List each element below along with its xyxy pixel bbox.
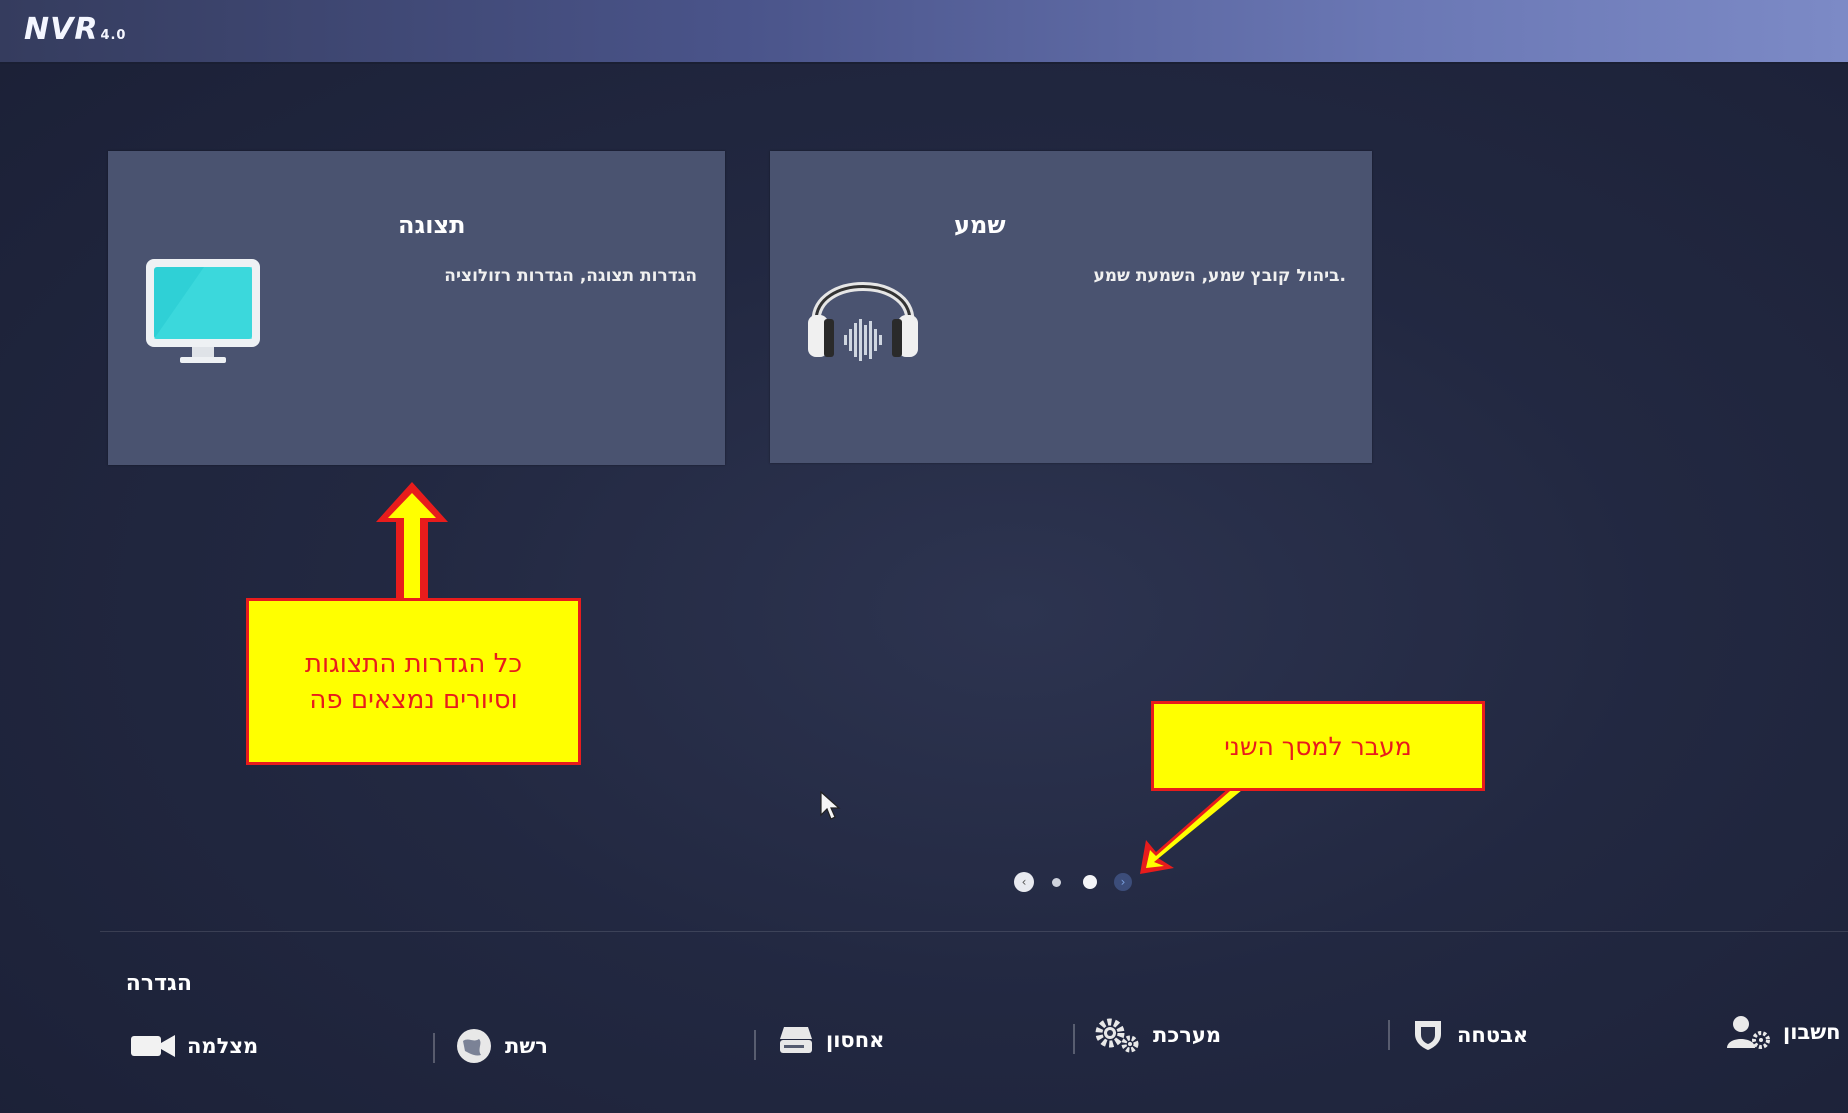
- nav-separator: [1073, 1024, 1075, 1054]
- annotation-callout-next-screen: מעבר למסך השני: [1151, 701, 1485, 791]
- page-indicator: ‹ ›: [1010, 870, 1140, 894]
- nav-label-system: מערכת: [1153, 1023, 1222, 1047]
- network-globe-icon: [457, 1029, 491, 1063]
- audio-card-description: .ביהול קובץ שמע, השמעת שמע: [1093, 266, 1346, 286]
- nvr-logo: NVR 4.0: [24, 12, 127, 47]
- callout-line-1: כל הגדרות התצוגות: [304, 648, 523, 679]
- camera-icon: [131, 1035, 175, 1057]
- nav-label-storage: אחסון: [826, 1028, 885, 1052]
- nav-label-camera: מצלמה: [187, 1034, 259, 1058]
- nav-separator: [1388, 1020, 1390, 1050]
- audio-card[interactable]: שמע .ביהול קובץ שמע, השמעת שמע: [770, 151, 1372, 463]
- section-divider: [100, 931, 1848, 932]
- annotation-arrow-diagonal: [1140, 782, 1246, 874]
- annotation-callout-display: כל הגדרות התצוגות וסיורים נמצאים פה: [246, 598, 581, 765]
- page-dot-1[interactable]: [1052, 878, 1061, 887]
- nav-label-account: חשבון: [1783, 1020, 1841, 1044]
- nav-separator: [433, 1033, 435, 1063]
- mouse-cursor-icon: [820, 791, 841, 820]
- nav-label-security: אבטחה: [1457, 1023, 1529, 1047]
- gears-icon: [1095, 1018, 1139, 1053]
- shield-icon: [1415, 1021, 1441, 1050]
- top-bar: NVR 4.0: [0, 0, 1848, 64]
- account-icon: [1727, 1016, 1770, 1049]
- nav-item-security[interactable]: אבטחה: [1411, 1013, 1528, 1057]
- nav-label-network: רשת: [505, 1034, 548, 1058]
- monitor-icon: [146, 259, 260, 363]
- nav-item-account[interactable]: חשבון: [1727, 1010, 1841, 1054]
- settings-section-title: הגדרה: [125, 971, 192, 996]
- headphones-icon: [808, 282, 918, 361]
- prev-page-button[interactable]: ‹: [1014, 872, 1034, 892]
- nav-item-storage[interactable]: אחסון: [778, 1018, 884, 1062]
- page-dot-2-active[interactable]: [1083, 875, 1097, 889]
- audio-card-title: שמע: [954, 211, 1006, 239]
- storage-icon: [780, 1027, 812, 1053]
- display-card-title: תצוגה: [398, 211, 466, 239]
- nav-separator: [754, 1030, 756, 1060]
- callout-line-2: וסיורים נמצאים פה: [309, 684, 518, 715]
- display-card-description: הגדרות תצוגה, הגדרות רזולוציה: [444, 266, 697, 286]
- nav-item-system[interactable]: מערכת: [1093, 1013, 1221, 1057]
- annotation-arrow-up: [376, 482, 448, 602]
- nav-item-network[interactable]: רשת: [455, 1024, 548, 1068]
- callout-text: מעבר למסך השני: [1224, 731, 1412, 761]
- display-card[interactable]: תצוגה הגדרות תצוגה, הגדרות רזולוציה: [108, 151, 725, 465]
- nav-item-camera[interactable]: מצלמה: [131, 1024, 258, 1068]
